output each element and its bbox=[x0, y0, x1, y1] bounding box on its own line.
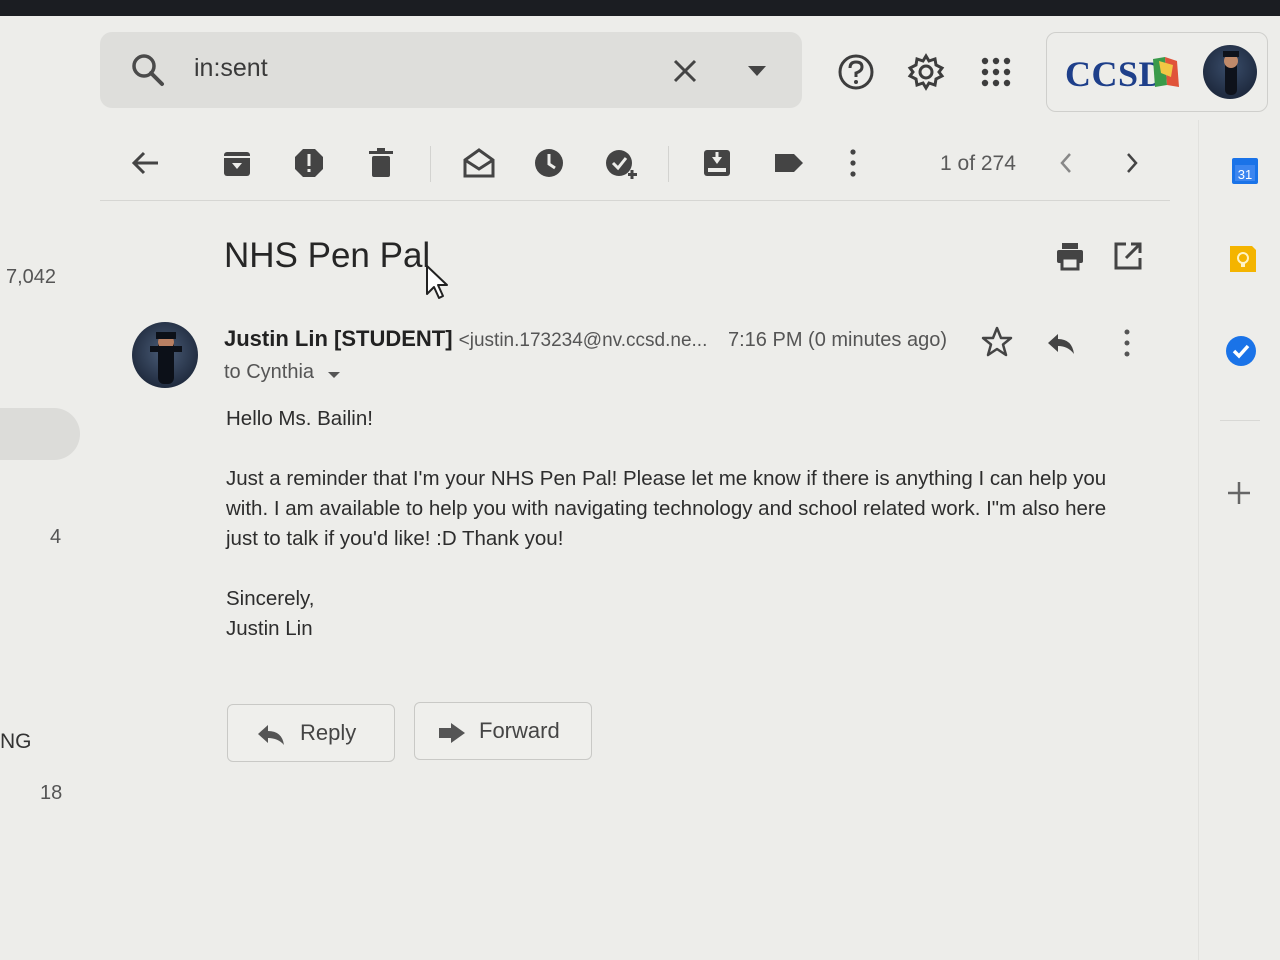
left-rail-label: NG bbox=[0, 730, 32, 753]
settings-icon[interactable] bbox=[906, 52, 946, 92]
toolbar-divider bbox=[430, 146, 431, 182]
message-signature: Justin Lin bbox=[226, 617, 313, 640]
star-icon[interactable] bbox=[980, 325, 1014, 359]
calendar-day-text: 31 bbox=[1238, 167, 1252, 182]
side-panel-separator bbox=[1220, 420, 1260, 421]
left-rail-count: 7,042 bbox=[6, 266, 57, 288]
toolbar-divider-line bbox=[100, 200, 1170, 201]
help-icon[interactable] bbox=[836, 52, 876, 92]
account-avatar[interactable] bbox=[1203, 45, 1257, 99]
archive-icon[interactable] bbox=[220, 146, 254, 180]
account-area[interactable]: CCSD bbox=[1046, 32, 1268, 112]
message-body: Hello Ms. Bailin! Just a reminder that I… bbox=[226, 404, 1136, 644]
tasks-icon[interactable] bbox=[1226, 334, 1260, 368]
pager-text: 1 of 274 bbox=[940, 152, 1016, 175]
reply-icon bbox=[258, 725, 284, 745]
message-more-icon[interactable] bbox=[1112, 326, 1142, 360]
mouse-cursor-icon bbox=[426, 265, 448, 299]
add-icon[interactable] bbox=[1226, 478, 1260, 512]
message-greeting: Hello Ms. Bailin! bbox=[226, 407, 373, 430]
ccsd-logo: CCSD bbox=[1065, 54, 1166, 94]
print-icon[interactable] bbox=[1054, 240, 1086, 272]
reply-icon[interactable] bbox=[1044, 326, 1078, 360]
sender-line: Justin Lin [STUDENT] <justin.173234@nv.c… bbox=[224, 326, 707, 352]
move-to-icon[interactable] bbox=[700, 146, 734, 180]
left-rail-count: 4 bbox=[50, 526, 62, 548]
search-bar[interactable] bbox=[100, 32, 802, 108]
keep-icon[interactable] bbox=[1226, 242, 1260, 276]
sender-email: <justin.173234@nv.ccsd.ne... bbox=[458, 330, 708, 351]
add-to-tasks-icon[interactable] bbox=[604, 146, 638, 180]
back-arrow-icon[interactable] bbox=[128, 146, 162, 180]
recipient-line: to Cynthia bbox=[224, 361, 315, 383]
search-input[interactable] bbox=[194, 54, 574, 83]
message-paragraph: Just a reminder that I'm your NHS Pen Pa… bbox=[226, 467, 1107, 550]
forward-icon bbox=[439, 723, 465, 743]
snooze-icon[interactable] bbox=[532, 146, 566, 180]
forward-button-label: Forward bbox=[479, 718, 560, 743]
clear-search-icon[interactable] bbox=[670, 56, 700, 86]
left-rail-count: 18 bbox=[40, 782, 63, 804]
label-icon[interactable] bbox=[772, 146, 806, 180]
prev-icon[interactable] bbox=[1050, 146, 1084, 180]
message-time: 7:16 PM (0 minutes ago) bbox=[728, 329, 947, 351]
report-spam-icon[interactable] bbox=[292, 146, 326, 180]
sender-avatar[interactable] bbox=[132, 322, 198, 388]
message-subject: NHS Pen Pal bbox=[224, 236, 431, 275]
reply-button-label: Reply bbox=[300, 720, 357, 745]
side-panel-divider bbox=[1198, 120, 1199, 960]
forward-button[interactable]: Forward bbox=[414, 702, 592, 760]
window-top-edge bbox=[0, 0, 1280, 16]
left-rail-selected-item[interactable] bbox=[0, 408, 80, 460]
mark-unread-icon[interactable] bbox=[462, 146, 496, 180]
toolbar-divider bbox=[668, 146, 669, 182]
apps-icon[interactable] bbox=[976, 52, 1016, 92]
more-icon[interactable] bbox=[836, 146, 870, 180]
search-options-icon[interactable] bbox=[746, 64, 768, 78]
ccsd-logo-flag-icon bbox=[1153, 57, 1179, 87]
sender-name[interactable]: Justin Lin [STUDENT] bbox=[224, 326, 453, 351]
open-new-window-icon[interactable] bbox=[1112, 240, 1144, 272]
chevron-down-icon[interactable] bbox=[326, 370, 342, 380]
reply-button[interactable]: Reply bbox=[227, 704, 395, 762]
calendar-icon[interactable]: 31 bbox=[1226, 154, 1260, 188]
next-icon[interactable] bbox=[1114, 146, 1148, 180]
message-closing: Sincerely, bbox=[226, 587, 315, 610]
delete-icon[interactable] bbox=[364, 146, 398, 180]
search-icon[interactable] bbox=[130, 52, 166, 88]
